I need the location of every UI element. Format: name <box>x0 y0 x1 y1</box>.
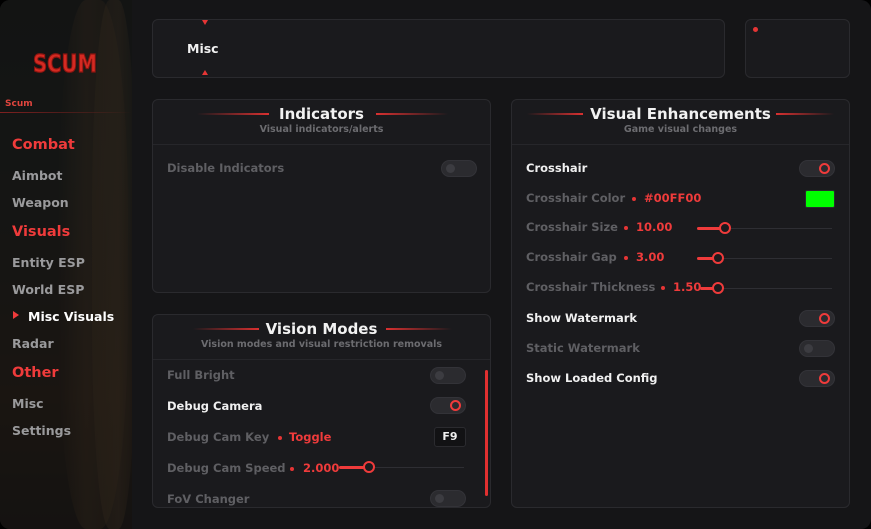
crosshair-gap-value: 3.00 <box>636 250 665 264</box>
show-loaded-config-label: Show Loaded Config <box>526 371 658 385</box>
nav-item-entity-esp[interactable]: Entity ESP <box>12 255 85 270</box>
visual-enhancements-panel: Visual Enhancements Game visual changes … <box>511 99 850 508</box>
debug-camera-label: Debug Camera <box>167 399 263 413</box>
crosshair-thickness-value: 1.50 <box>673 280 702 294</box>
nav-category-visuals: Visuals <box>12 224 71 240</box>
nav-item-misc-visuals[interactable]: Misc Visuals <box>28 309 114 324</box>
static-watermark-label: Static Watermark <box>526 341 640 355</box>
active-arrow-icon <box>13 311 19 319</box>
debug-camera-toggle[interactable] <box>430 397 466 414</box>
crosshair-color-swatch[interactable] <box>805 190 835 208</box>
show-watermark-toggle[interactable] <box>799 310 835 327</box>
crosshair-gap-slider[interactable] <box>712 252 724 264</box>
nav-category-other: Other <box>12 365 59 381</box>
show-watermark-label: Show Watermark <box>526 311 638 325</box>
nav-item-world-esp[interactable]: World ESP <box>12 282 84 297</box>
debug-cam-speed-label: Debug Cam Speed <box>167 461 286 475</box>
scum-logo: SCUM <box>32 48 97 78</box>
indicators-subtitle: Visual indicators/alerts <box>259 124 384 135</box>
crosshair-gap-label: Crosshair Gap <box>526 250 617 264</box>
crosshair-color-label: Crosshair Color <box>526 191 626 205</box>
debug-cam-key-mode[interactable]: Toggle <box>289 430 331 444</box>
app-window: SCUM Scum Combat Aimbot Weapon Visuals E… <box>0 0 871 529</box>
crosshair-label: Crosshair <box>526 161 588 175</box>
vision-modes-scrollbar[interactable] <box>485 370 488 496</box>
full-bright-toggle[interactable] <box>430 367 466 384</box>
tab-misc[interactable]: Misc <box>187 41 219 56</box>
debug-cam-speed-value: 2.000 <box>303 461 340 475</box>
indicators-panel: Indicators Visual indicators/alerts Disa… <box>152 99 491 293</box>
fov-changer-label: FoV Changer <box>167 492 250 506</box>
subtab-bar: Misc <box>152 19 725 78</box>
crosshair-size-label: Crosshair Size <box>526 220 618 234</box>
nav-item-misc[interactable]: Misc <box>12 396 44 411</box>
show-loaded-config-toggle[interactable] <box>799 370 835 387</box>
chevron-up-icon[interactable] <box>202 20 208 25</box>
nav-item-aimbot[interactable]: Aimbot <box>12 168 63 183</box>
nav-category-combat: Combat <box>12 137 75 153</box>
chevron-down-icon[interactable] <box>202 70 208 75</box>
brand-label: Scum <box>5 99 33 109</box>
fov-changer-toggle[interactable] <box>430 490 466 507</box>
debug-cam-speed-slider[interactable] <box>363 461 375 473</box>
disable-indicators-toggle[interactable] <box>441 160 477 177</box>
static-watermark-toggle[interactable] <box>799 340 835 357</box>
crosshair-color-value: #00FF00 <box>644 191 702 205</box>
visual-enhancements-subtitle: Game visual changes <box>623 124 738 135</box>
nav-item-settings[interactable]: Settings <box>12 423 71 438</box>
nav-item-radar[interactable]: Radar <box>12 336 54 351</box>
crosshair-size-value: 10.00 <box>636 220 673 234</box>
sidebar: SCUM Scum Combat Aimbot Weapon Visuals E… <box>0 0 132 529</box>
debug-cam-key-label: Debug Cam Key <box>167 430 270 444</box>
nav-item-weapon[interactable]: Weapon <box>12 195 69 210</box>
crosshair-toggle[interactable] <box>799 160 835 177</box>
svg-text:SCUM: SCUM <box>33 49 97 78</box>
status-dot-icon <box>753 27 758 32</box>
vision-modes-panel: Vision Modes Vision modes and visual res… <box>152 314 491 508</box>
disable-indicators-label: Disable Indicators <box>167 161 285 175</box>
crosshair-thickness-label: Crosshair Thickness <box>526 280 656 294</box>
crosshair-size-slider[interactable] <box>719 222 731 234</box>
status-panel <box>745 19 850 78</box>
crosshair-thickness-slider[interactable] <box>712 282 724 294</box>
debug-cam-keybind[interactable]: F9 <box>434 427 466 447</box>
vision-modes-subtitle: Vision modes and visual restriction remo… <box>200 339 443 350</box>
full-bright-label: Full Bright <box>167 368 235 382</box>
